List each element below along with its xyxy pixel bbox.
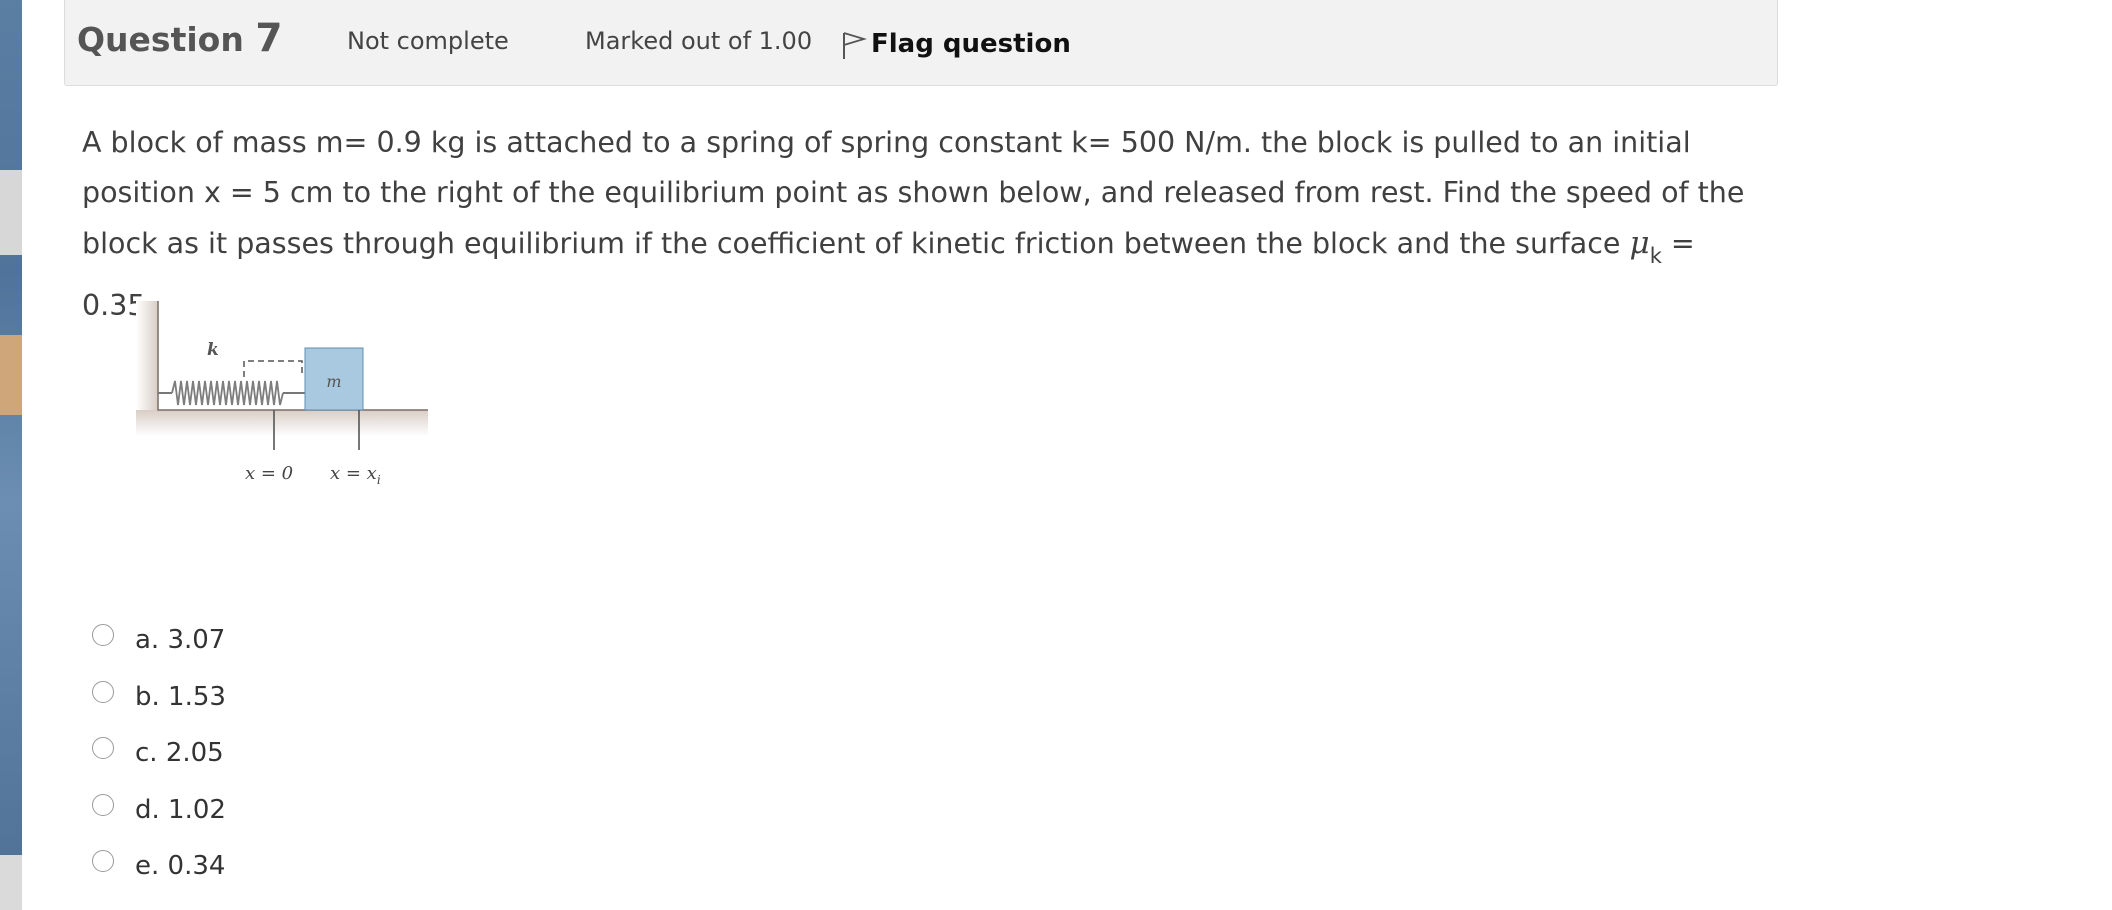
sidebar-thumbnail — [0, 855, 22, 910]
question-info-bar: Question 7 Not complete Marked out of 1.… — [64, 0, 1778, 86]
answer-label[interactable]: c. 2.05 — [135, 737, 224, 769]
question-container: Question 7 Not complete Marked out of 1.… — [22, 0, 2112, 910]
answer-option[interactable]: d. 1.02 — [92, 790, 226, 847]
question-number-value: 7 — [255, 16, 283, 61]
answer-option[interactable]: c. 2.05 — [92, 733, 226, 790]
question-label: Question — [77, 20, 244, 59]
spring-constant-label: k — [207, 340, 219, 360]
mu-symbol: μ — [1629, 225, 1650, 261]
question-number: Question 7 — [77, 16, 282, 61]
sidebar-thumbnail — [0, 335, 22, 415]
question-text-main: A block of mass m= 0.9 kg is attached to… — [82, 126, 1745, 260]
question-state: Not complete — [347, 27, 509, 55]
answer-label[interactable]: b. 1.53 — [135, 681, 226, 713]
question-grade: Marked out of 1.00 — [585, 27, 813, 55]
x0-label: x = 0 — [245, 463, 293, 484]
radio-button[interactable] — [92, 624, 114, 646]
answer-option[interactable]: a. 3.07 — [92, 620, 226, 677]
mass-label: m — [326, 372, 341, 391]
flag-question-button[interactable]: Flag question — [841, 24, 1071, 64]
spring-graphic — [158, 380, 305, 406]
sidebar-thumbnail — [0, 170, 22, 255]
radio-button[interactable] — [92, 737, 114, 759]
left-sidebar-strip — [0, 0, 22, 910]
spring-block-diagram: k m x = 0 x = xi — [136, 301, 428, 487]
answer-options: a. 3.07 b. 1.53 c. 2.05 d. 1.02 e. 0.34 — [92, 620, 226, 903]
equilibrium-dashed-outline — [243, 360, 303, 377]
radio-button[interactable] — [92, 793, 114, 816]
flag-question-label: Flag question — [871, 29, 1071, 59]
radio-button[interactable] — [92, 680, 114, 703]
wall-and-floor — [136, 301, 428, 436]
xi-subscript: i — [377, 473, 381, 487]
xi-label-text: x = x — [330, 463, 377, 484]
answer-option[interactable]: e. 0.34 — [92, 846, 226, 903]
answer-option[interactable]: b. 1.53 — [92, 677, 226, 734]
answer-label[interactable]: d. 1.02 — [135, 794, 226, 826]
flag-icon — [843, 32, 867, 59]
radio-button[interactable] — [92, 850, 114, 872]
xi-label: x = xi — [330, 463, 381, 487]
mu-subscript: k — [1649, 244, 1662, 268]
answer-label[interactable]: e. 0.34 — [135, 850, 225, 882]
answer-label[interactable]: a. 3.07 — [135, 624, 225, 656]
